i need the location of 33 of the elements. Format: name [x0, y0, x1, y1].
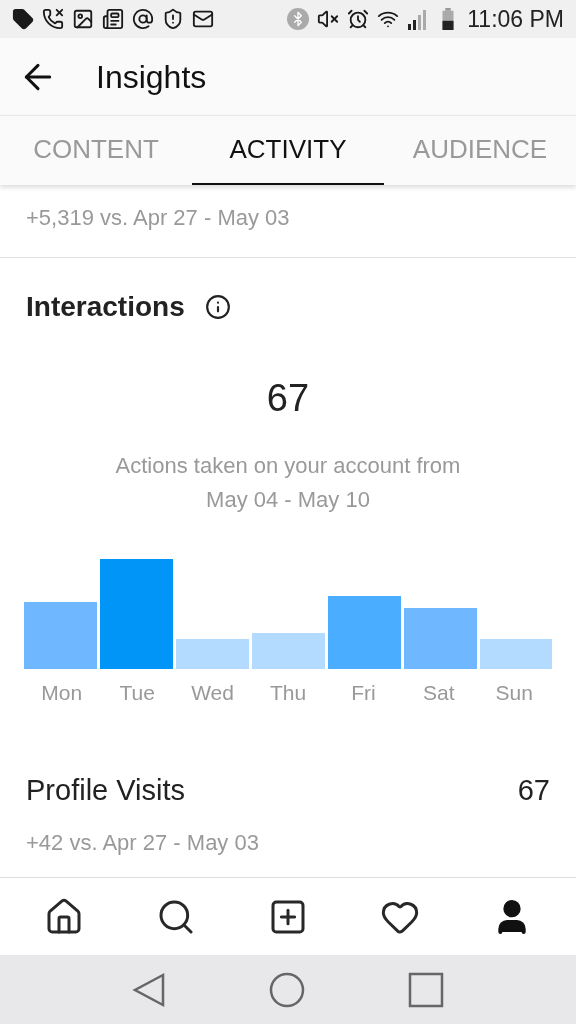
missed-call-icon — [42, 8, 64, 30]
tab[interactable]: ACTIVITY — [192, 116, 384, 185]
description: Actions taken on your account from May 04 - May 10 — [114, 452, 462, 514]
day-label: Thu — [268, 680, 308, 706]
metric-label: Profile Visits — [26, 772, 186, 808]
tab[interactable]: CONTENT — [0, 116, 192, 185]
comparison-text: +42 vs. Apr 27 - May 03 — [25, 829, 260, 857]
image-icon — [72, 8, 94, 30]
day-label: Tue — [118, 680, 156, 706]
chart-bar — [480, 639, 552, 669]
mute-icon — [317, 8, 340, 30]
day-label: Mon — [40, 680, 84, 706]
page-title: Insights — [96, 57, 207, 97]
tab[interactable]: AUDIENCE — [384, 116, 576, 185]
section-title: Interactions — [26, 290, 185, 324]
day-label: Fri — [350, 680, 377, 706]
day-label: Wed — [190, 680, 235, 706]
news-icon — [102, 8, 124, 30]
square-icon — [408, 971, 445, 1008]
alarm-icon — [347, 8, 370, 30]
shield-icon — [162, 8, 184, 30]
interaction-count: 67 — [266, 376, 310, 421]
comparison-text: +5,319 vs. Apr 27 - May 03 — [26, 203, 290, 232]
mail-icon — [192, 8, 214, 30]
at-icon — [132, 8, 154, 30]
clock: 11:06 PM — [467, 4, 564, 34]
metric-value: 67 — [517, 772, 550, 808]
info-icon[interactable] — [204, 294, 231, 320]
bluetooth-icon — [287, 8, 310, 30]
day-label: Sat — [422, 680, 456, 706]
home-circle-icon — [269, 971, 305, 1008]
back-triangle-icon — [131, 971, 166, 1008]
day-label: Sun — [494, 680, 534, 706]
